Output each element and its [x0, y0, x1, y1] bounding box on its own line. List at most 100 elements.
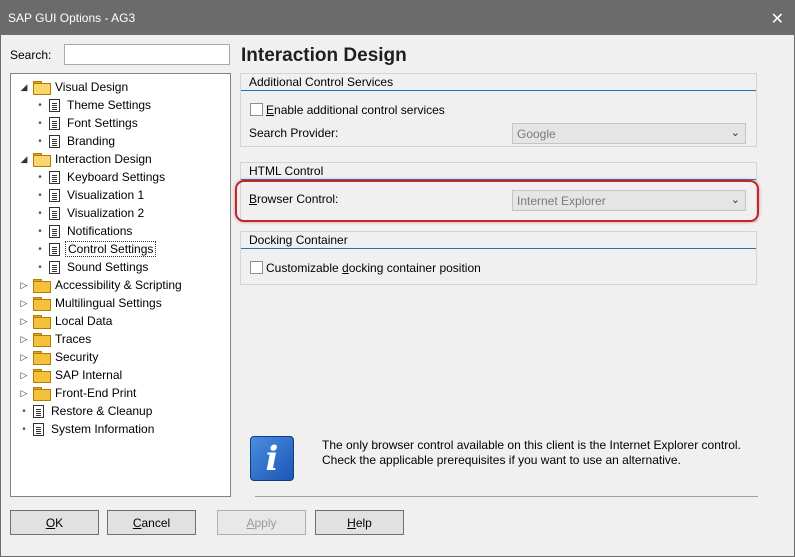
- document-icon: [49, 206, 60, 220]
- tree-item[interactable]: ◢ Interaction Design: [19, 150, 154, 168]
- document-icon: [49, 188, 60, 202]
- bullet-icon: •: [22, 405, 26, 417]
- tree-item-label: System Information: [51, 422, 155, 436]
- tree-item-label: Traces: [55, 332, 92, 346]
- document-icon: [49, 98, 60, 112]
- tree-item[interactable]: ◢ Visual Design: [19, 78, 130, 96]
- enable-label-rest: nable additional control services: [274, 103, 445, 117]
- bullet-icon: •: [38, 171, 42, 183]
- help-label-rest: elp: [355, 515, 372, 530]
- tree-item[interactable]: • Control Settings: [35, 240, 157, 258]
- bullet-icon: •: [38, 261, 42, 273]
- tree-item-label: Interaction Design: [55, 152, 152, 166]
- collapse-icon[interactable]: ◢: [19, 154, 29, 164]
- custom-label-post: ocking container position: [348, 261, 481, 275]
- expand-icon[interactable]: ▷: [19, 334, 29, 344]
- document-icon: [49, 224, 60, 238]
- customizable-docking-label[interactable]: Customizable docking container position: [266, 261, 481, 275]
- bullet-icon: •: [38, 189, 42, 201]
- help-mnemonic: H: [347, 515, 356, 530]
- folder-icon: [33, 315, 51, 329]
- tree-item[interactable]: • Keyboard Settings: [35, 168, 167, 186]
- expand-icon[interactable]: ▷: [19, 388, 29, 398]
- apply-label-rest: pply: [254, 515, 277, 530]
- cancel-mnemonic: C: [132, 515, 142, 530]
- folder-icon: [33, 297, 51, 311]
- collapse-icon[interactable]: ◢: [19, 82, 29, 92]
- tree-item-label: Control Settings: [65, 241, 157, 257]
- expand-icon[interactable]: ▷: [19, 352, 29, 362]
- apply-button[interactable]: Apply: [217, 510, 306, 535]
- document-icon: [49, 242, 60, 256]
- help-button[interactable]: Help: [315, 510, 404, 535]
- title-bar[interactable]: SAP GUI Options - AG3 ✕: [1, 1, 794, 35]
- cancel-label-rest: ancel: [141, 515, 171, 530]
- tree-item[interactable]: ▷ Multilingual Settings: [19, 294, 164, 312]
- folder-open-icon: [33, 153, 51, 167]
- folder-icon: [33, 387, 51, 401]
- expand-icon[interactable]: ▷: [19, 316, 29, 326]
- document-icon: [49, 134, 60, 148]
- tree-item[interactable]: • Branding: [35, 132, 117, 150]
- group-header: Docking Container: [249, 233, 348, 247]
- folder-open-icon: [33, 81, 51, 95]
- tree-item[interactable]: ▷ SAP Internal: [19, 366, 124, 384]
- tree-item[interactable]: ▷ Front-End Print: [19, 384, 138, 402]
- expand-icon[interactable]: ▷: [19, 280, 29, 290]
- tree-item[interactable]: • Font Settings: [35, 114, 140, 132]
- window-title: SAP GUI Options - AG3: [8, 11, 136, 25]
- tree-item-label: Front-End Print: [55, 386, 137, 400]
- tree-item-label: Font Settings: [67, 116, 138, 130]
- bullet-icon: •: [38, 99, 42, 111]
- enable-control-services-checkbox[interactable]: [250, 103, 263, 116]
- tree-item[interactable]: • Visualization 2: [35, 204, 146, 222]
- options-dialog: SAP GUI Options - AG3 ✕ Search: ◢ Visual …: [0, 0, 795, 557]
- docking-mnemonic: d: [342, 261, 349, 275]
- tree-item-label: Restore & Cleanup: [51, 404, 153, 418]
- ok-label-rest: K: [55, 515, 64, 530]
- tree-item[interactable]: • Notifications: [35, 222, 134, 240]
- search-input[interactable]: [64, 44, 230, 65]
- info-icon: i: [250, 436, 294, 481]
- tree-item-label: Multilingual Settings: [55, 296, 162, 310]
- search-label: Search:: [10, 48, 52, 62]
- ok-mnemonic: O: [45, 515, 56, 530]
- tree-item[interactable]: • Restore & Cleanup: [19, 402, 154, 420]
- close-icon[interactable]: ✕: [771, 9, 784, 29]
- tree-item[interactable]: • Theme Settings: [35, 96, 153, 114]
- tree-item-label: Keyboard Settings: [67, 170, 166, 184]
- ok-button[interactable]: OK: [10, 510, 99, 535]
- bullet-icon: •: [38, 117, 42, 129]
- tree-item-label: Accessibility & Scripting: [55, 278, 182, 292]
- group-divider: [241, 90, 756, 91]
- cancel-button[interactable]: Cancel: [107, 510, 196, 535]
- folder-icon: [33, 279, 51, 293]
- tree-item-label: Sound Settings: [67, 260, 149, 274]
- expand-icon[interactable]: ▷: [19, 370, 29, 380]
- additional-control-services-group: Additional Control Services Enable addit…: [240, 73, 757, 147]
- tree-item-label: Visualization 1: [67, 188, 145, 202]
- customizable-docking-checkbox[interactable]: [250, 261, 263, 274]
- folder-icon: [33, 369, 51, 383]
- bullet-icon: •: [38, 135, 42, 147]
- tree-item[interactable]: ▷ Traces: [19, 330, 93, 348]
- tree-item[interactable]: • System Information: [19, 420, 156, 438]
- enable-mnemonic: E: [266, 103, 275, 117]
- tree-item-label: Security: [55, 350, 99, 364]
- expand-icon[interactable]: ▷: [19, 298, 29, 308]
- tree-item-label: Branding: [67, 134, 116, 148]
- enable-control-services-label[interactable]: Enable additional control services: [266, 103, 445, 117]
- tree-item[interactable]: ▷ Accessibility & Scripting: [19, 276, 184, 294]
- bullet-icon: •: [38, 225, 42, 237]
- docking-container-group: Docking Container Customizable docking c…: [240, 231, 757, 285]
- tree-item[interactable]: ▷ Security: [19, 348, 100, 366]
- tree-item-label: Theme Settings: [67, 98, 152, 112]
- tree-item[interactable]: • Sound Settings: [35, 258, 150, 276]
- custom-label-pre: Customizable: [266, 261, 343, 275]
- search-provider-dropdown[interactable]: Google ⌄: [512, 123, 746, 144]
- bullet-icon: •: [22, 423, 26, 435]
- tree-item[interactable]: ▷ Local Data: [19, 312, 114, 330]
- tree-item-label: Notifications: [67, 224, 133, 238]
- document-icon: [33, 404, 44, 418]
- tree-item[interactable]: • Visualization 1: [35, 186, 146, 204]
